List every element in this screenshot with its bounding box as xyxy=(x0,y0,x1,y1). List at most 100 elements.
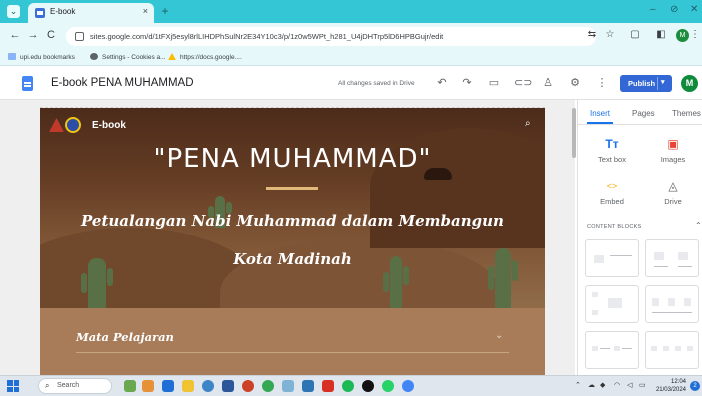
bookmark-upi[interactable]: upi.edu bookmarks xyxy=(8,53,75,61)
minimize-icon[interactable]: – xyxy=(650,4,656,15)
spotify-icon[interactable] xyxy=(342,380,354,392)
bookmark-star-icon[interactable]: ☆ xyxy=(603,29,617,40)
insert-embed[interactable]: <> Embed xyxy=(587,178,637,206)
folder-icon[interactable] xyxy=(182,380,194,392)
tab-insert[interactable]: Insert xyxy=(590,109,610,118)
photos-icon[interactable] xyxy=(282,380,294,392)
tab-close-icon[interactable]: × xyxy=(143,6,148,16)
google-sites-favicon-icon xyxy=(35,8,45,18)
maximize-icon[interactable]: ⊘ xyxy=(670,4,678,15)
insert-images[interactable]: ▣ Images xyxy=(648,136,698,164)
settings-icon[interactable]: ⚙ xyxy=(567,76,583,89)
google-sites-logo-icon[interactable] xyxy=(22,76,33,91)
word-icon[interactable] xyxy=(222,380,234,392)
dropbox-icon[interactable]: ◆ xyxy=(600,381,605,389)
edge-icon[interactable] xyxy=(202,380,214,392)
file-explorer-icon[interactable] xyxy=(162,380,174,392)
content-block-5[interactable] xyxy=(585,331,639,369)
whatsapp-icon[interactable] xyxy=(382,380,394,392)
search-icon[interactable]: ⌕ xyxy=(525,118,531,129)
text-box-label: Text box xyxy=(598,155,626,164)
windows-start-icon[interactable] xyxy=(7,380,19,392)
content-blocks-title: CONTENT BLOCKS xyxy=(587,224,642,230)
browser-tab[interactable]: E-book × xyxy=(28,3,154,23)
reload-icon[interactable]: C xyxy=(44,29,58,41)
widgets-icon[interactable] xyxy=(124,380,136,392)
site-name[interactable]: E-book xyxy=(92,120,126,131)
chevron-up-icon[interactable]: ⌃ xyxy=(695,221,702,230)
browser-toolbar: ← → C sites.google.com/d/1tFXj5esyl8rlLI… xyxy=(0,23,702,50)
notification-badge[interactable]: 2 xyxy=(690,381,700,391)
drive-label: Drive xyxy=(664,197,682,206)
preview-icon[interactable]: ▭ xyxy=(486,76,502,89)
undo-icon[interactable]: ↶ xyxy=(434,76,450,89)
content-block-6[interactable] xyxy=(645,331,699,369)
chrome-icon[interactable] xyxy=(242,380,254,392)
image-icon: ▣ xyxy=(667,137,679,151)
content-block-3[interactable] xyxy=(585,285,639,323)
section-divider xyxy=(76,352,509,353)
volume-icon[interactable]: ◁ xyxy=(627,381,632,389)
zoom-icon[interactable] xyxy=(302,380,314,392)
close-window-icon[interactable]: ✕ xyxy=(690,4,698,15)
insert-drive[interactable]: ◬ Drive xyxy=(648,178,698,206)
tab-search-button[interactable]: ⌄ xyxy=(7,5,20,18)
redo-icon[interactable]: ↷ xyxy=(459,76,475,89)
tab-title: E-book xyxy=(50,7,76,16)
translate-icon[interactable]: ⇆ xyxy=(585,29,599,40)
new-tab-button[interactable]: + xyxy=(158,4,172,18)
wifi-icon[interactable]: ◠ xyxy=(614,381,620,389)
tab-themes[interactable]: Themes xyxy=(672,109,701,118)
sites-header: E-book PENA MUHAMMAD All changes saved i… xyxy=(0,67,702,100)
battery-icon[interactable]: ▭ xyxy=(639,381,646,389)
chrome-alt-icon[interactable] xyxy=(402,380,414,392)
share-icon[interactable]: ♙ xyxy=(540,76,556,89)
hero-subtitle-line2[interactable]: Kota Madinah xyxy=(40,243,545,275)
extensions-icon[interactable]: ▢ xyxy=(628,29,642,40)
pdf-icon[interactable] xyxy=(322,380,334,392)
chevron-down-icon[interactable]: ⌄ xyxy=(495,330,503,341)
tabs-divider xyxy=(578,124,702,125)
tab-pages[interactable]: Pages xyxy=(632,109,655,118)
site-document-title[interactable]: E-book PENA MUHAMMAD xyxy=(51,77,194,89)
tiktok-icon[interactable] xyxy=(362,380,374,392)
account-avatar[interactable]: M xyxy=(681,75,698,92)
more-icon[interactable]: ⋮ xyxy=(594,76,610,89)
hero-title[interactable]: "PENA MUHAMMAD" xyxy=(40,144,545,174)
bookmarks-bar: upi.edu bookmarks Settings - Cookies a..… xyxy=(0,50,702,66)
canvas-scrollbar[interactable] xyxy=(572,108,576,158)
insert-text-box[interactable]: Tт Text box xyxy=(587,136,637,164)
publish-button[interactable]: Publish ▾ xyxy=(620,75,672,92)
hero-subtitle-line1[interactable]: Petualangan Nabi Muhammad dalam Membangu… xyxy=(40,205,545,237)
chrome-profile-icon[interactable] xyxy=(262,380,274,392)
embed-label: Embed xyxy=(600,197,624,206)
address-bar[interactable]: sites.google.com/d/1tFXj5esyl8rlLIHDPhSu… xyxy=(66,27,596,46)
drive-icon: ◬ xyxy=(668,179,678,193)
site-info-icon[interactable] xyxy=(75,32,84,41)
taskbar-search[interactable]: ⌕ Search xyxy=(38,378,112,394)
onedrive-icon[interactable]: ☁ xyxy=(588,381,595,389)
back-icon[interactable]: ← xyxy=(8,29,22,41)
forward-icon[interactable]: → xyxy=(26,29,40,41)
browser-menu-icon[interactable]: ⋮ xyxy=(688,29,702,40)
content-block-4[interactable] xyxy=(645,285,699,323)
side-panel-icon[interactable]: ◧ xyxy=(654,29,668,40)
bookmark-settings[interactable]: Settings - Cookies a... xyxy=(90,53,166,61)
block-image-placeholder xyxy=(592,310,598,315)
block-image-placeholder xyxy=(687,346,693,351)
publish-divider xyxy=(657,77,658,90)
hero-banner[interactable]: E-book ⌕ "PENA MUHAMMAD" Petualangan Nab… xyxy=(40,108,545,308)
content-block-2[interactable] xyxy=(645,239,699,277)
taskbar-app-icon[interactable] xyxy=(142,380,154,392)
site-logo[interactable] xyxy=(49,116,83,134)
content-block-1[interactable] xyxy=(585,239,639,277)
block-image-placeholder xyxy=(614,346,620,351)
clock[interactable]: 12:04 21/03/2024 xyxy=(654,378,686,394)
tray-expand-icon[interactable]: ⌃ xyxy=(575,381,581,389)
publish-dropdown-icon[interactable]: ▾ xyxy=(661,78,665,86)
collapsible-section[interactable]: Mata Pelajaran ⌄ xyxy=(40,308,545,375)
bookmark-docs[interactable]: https://docs.google.... xyxy=(168,53,242,61)
drive-icon xyxy=(168,53,176,60)
block-image-placeholder xyxy=(684,298,691,306)
link-icon[interactable]: ⊂⊃ xyxy=(514,76,532,89)
